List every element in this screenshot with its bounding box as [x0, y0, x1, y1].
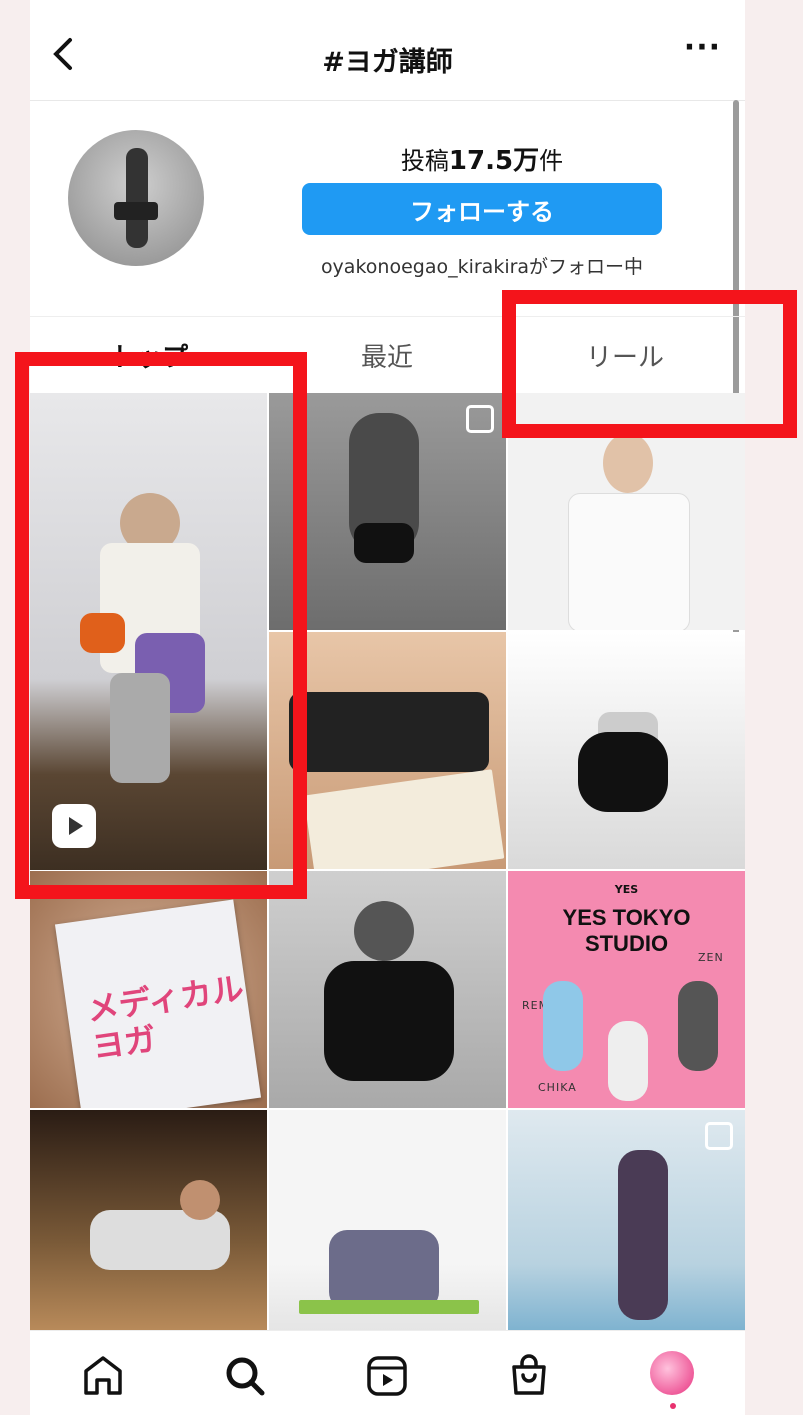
home-icon[interactable] [78, 1351, 128, 1401]
bottom-nav [30, 1330, 745, 1415]
profile-avatar[interactable] [650, 1351, 694, 1395]
notification-dot [670, 1403, 676, 1409]
follow-button[interactable]: フォローする [302, 183, 662, 235]
highlight-box-reels-tab [502, 290, 797, 438]
ellipsis-icon[interactable]: ··· [684, 30, 721, 65]
page-title: #ヨガ講師 [322, 47, 453, 78]
grid-post[interactable] [508, 632, 745, 869]
grid-post[interactable]: YES YES TOKYO STUDIO REMI ZEN CHIKA [508, 871, 745, 1108]
followed-by-text: oyakonoegao_kirakiraがフォロー中 [320, 256, 644, 278]
book-cover: メディカル ヨガ [54, 899, 262, 1108]
top-bar: #ヨガ講師 ··· [30, 0, 745, 101]
grid-post[interactable]: メディカル ヨガ [30, 871, 267, 1108]
shop-icon[interactable] [504, 1351, 554, 1401]
highlight-box-reel-post [15, 352, 307, 899]
multi-post-icon [705, 1122, 733, 1150]
grid-post[interactable] [269, 871, 506, 1108]
grid-post[interactable] [30, 1110, 267, 1330]
search-icon[interactable] [220, 1351, 270, 1401]
grid-post[interactable] [508, 1110, 745, 1330]
hashtag-avatar [68, 130, 204, 266]
multi-post-icon [466, 405, 494, 433]
grid-post[interactable] [269, 1110, 506, 1330]
post-count: 投稿17.5万件 [400, 146, 564, 176]
reels-icon[interactable] [362, 1351, 412, 1401]
